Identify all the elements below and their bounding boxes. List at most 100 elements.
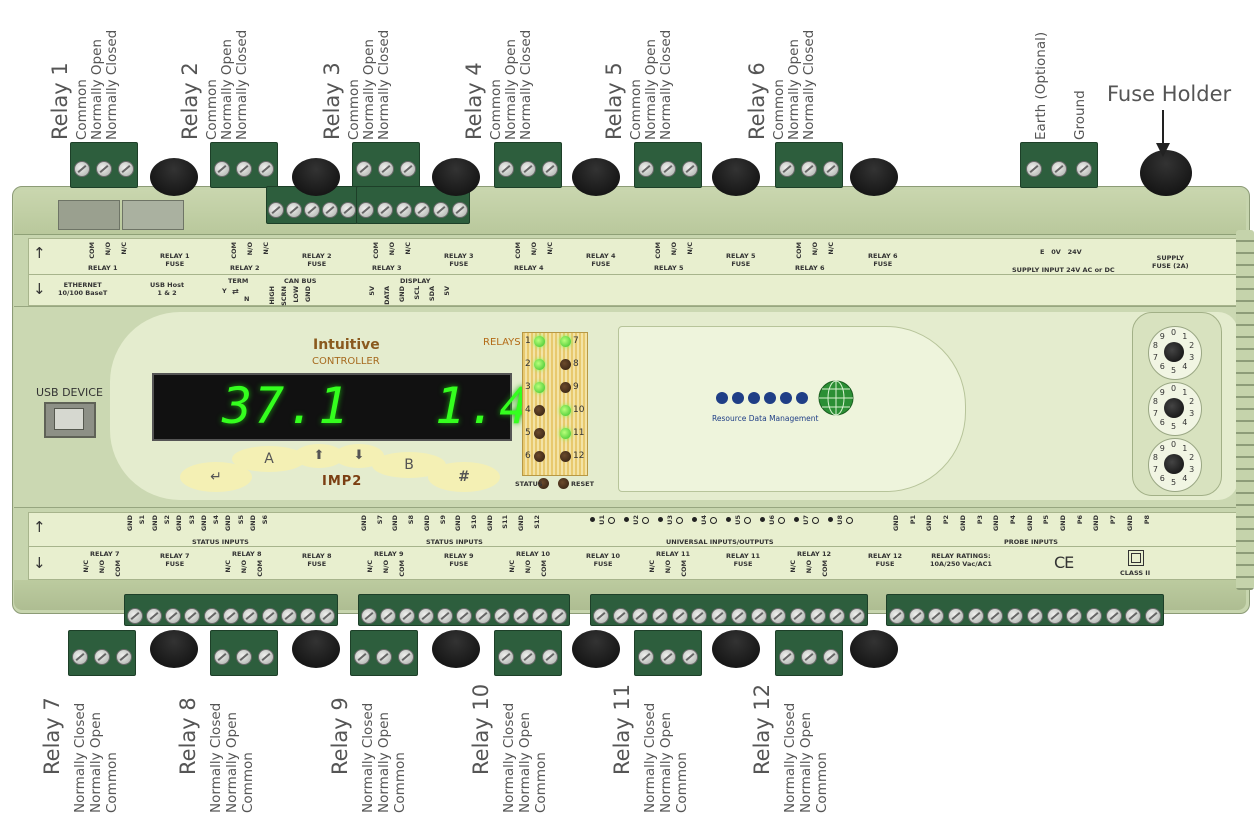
probe-pin-label: P7	[1109, 515, 1118, 525]
can-bus-label: CAN BUS	[284, 277, 317, 285]
relay-led-number: 12	[573, 451, 585, 461]
rotary-dial-knob[interactable]	[1164, 454, 1184, 474]
rotary-dial-digit: 5	[1171, 422, 1177, 431]
screw-icon	[72, 649, 88, 665]
screw-icon	[498, 161, 514, 177]
screw-icon	[711, 608, 727, 624]
down-arrow-top: ↓	[33, 280, 46, 298]
callout-top-relay-title: Relay 3	[320, 62, 344, 140]
callout-pin-label: Normally Closed	[642, 702, 658, 813]
top-relay-label: RELAY 6	[795, 264, 825, 272]
universal-pin-label: U2	[632, 515, 640, 525]
screw-icon	[638, 649, 654, 665]
ce-mark: CE	[1054, 553, 1074, 572]
screw-icon	[456, 608, 472, 624]
status-pin-label: S10	[469, 515, 478, 529]
bottom-relay-terminal	[494, 630, 562, 676]
supply-input-label: SUPPLY INPUT 24V AC or DC	[1012, 266, 1115, 274]
can-pin-label: LOW	[292, 286, 300, 303]
screw-icon	[322, 202, 338, 218]
rotary-dial-digit: 0	[1171, 440, 1177, 449]
probe-pin-label: GND	[1125, 515, 1134, 532]
rotary-dial-knob[interactable]	[1164, 398, 1184, 418]
vent-grille	[1236, 230, 1254, 590]
screw-icon	[660, 649, 676, 665]
screw-icon	[1106, 608, 1122, 624]
brand-label: Intuitive	[313, 337, 380, 353]
status-pin-label: S3	[187, 515, 196, 525]
screw-icon	[96, 161, 112, 177]
top-pin-label: N/O	[811, 242, 819, 256]
relay-ratings-label: RELAY RATINGS: 10A/250 Vac/AC1	[930, 552, 992, 568]
screw-icon	[146, 608, 162, 624]
screw-icon	[542, 161, 558, 177]
universal-pin-label: U1	[598, 515, 606, 525]
fuse-holder-arrow-head	[1156, 143, 1170, 157]
rotary-dial-digit: 5	[1171, 366, 1177, 375]
screw-icon	[652, 608, 668, 624]
top-pin-label: N/O	[530, 242, 538, 256]
relay-led	[560, 451, 571, 462]
screw-icon	[779, 161, 795, 177]
callout-pin-label: Normally Open	[786, 39, 802, 140]
status-pin-label: S12	[532, 515, 541, 529]
display-pin-label: SCL	[413, 286, 421, 300]
screw-icon	[801, 649, 817, 665]
key-hash[interactable]: #	[428, 462, 500, 492]
usb-host-port	[122, 200, 184, 230]
screw-icon	[286, 202, 302, 218]
rotary-dial-digit: 3	[1189, 408, 1195, 418]
universal-dot-icon	[726, 517, 731, 522]
probe-terminal	[886, 594, 1164, 626]
bottom-relay-label: RELAY 11	[656, 550, 691, 558]
screw-icon	[1047, 608, 1063, 624]
bottom-pin-label: N/O	[805, 560, 813, 574]
screw-icon	[968, 608, 984, 624]
screw-icon	[849, 608, 865, 624]
bottom-pin-label: N/C	[508, 560, 516, 573]
callout-ground-label: Ground	[1072, 90, 1088, 140]
ethernet-label: ETHERNET 10/100 BaseT	[58, 281, 108, 297]
status-terminal-left	[124, 594, 338, 626]
bottom-fuse-label: RELAY 12 FUSE	[868, 552, 903, 568]
relay-led	[534, 405, 545, 416]
screw-icon	[358, 202, 374, 218]
screw-icon	[1086, 608, 1102, 624]
callout-pin-label: Common	[533, 752, 549, 813]
bottom-pin-label: N/C	[789, 560, 797, 573]
screw-icon	[638, 161, 654, 177]
screw-icon	[223, 608, 239, 624]
top-fuse-label: RELAY 2 FUSE	[302, 252, 332, 268]
callout-bottom-relay-title: Relay 7	[40, 697, 64, 775]
fuse-holder-arrow-line	[1162, 110, 1164, 146]
screw-icon	[377, 202, 393, 218]
callout-bottom-relay-title: Relay 11	[610, 683, 634, 775]
universal-pin-label: U4	[700, 515, 708, 525]
screw-icon	[928, 608, 944, 624]
display-pin-label: 5V	[443, 286, 451, 296]
rotary-dial-knob[interactable]	[1164, 342, 1184, 362]
status-pin-label: S4	[212, 515, 221, 525]
status-pin-label: GND	[360, 515, 368, 532]
usb-host-label: USB Host 1 & 2	[150, 281, 185, 297]
top-pin-label: N/O	[388, 242, 396, 256]
rotary-dial-digit: 8	[1152, 341, 1158, 351]
relay-led	[560, 382, 571, 393]
top-pin-label: N/O	[246, 242, 254, 256]
top-pin-label: COM	[230, 242, 238, 259]
probe-pin-label: P6	[1075, 515, 1084, 525]
top-pin-label: COM	[372, 242, 380, 259]
screw-icon	[361, 608, 377, 624]
top-relay-label: RELAY 4	[514, 264, 544, 272]
screw-icon	[498, 649, 514, 665]
brand-sub-label: CONTROLLER	[312, 356, 380, 367]
screw-icon	[304, 202, 320, 218]
screw-icon	[204, 608, 220, 624]
status-pin-label: S2	[162, 515, 171, 525]
callout-pin-label: Normally Open	[89, 39, 105, 140]
screw-icon	[613, 608, 629, 624]
callout-top-relay-title: Relay 4	[462, 62, 486, 140]
bottom-relay-label: RELAY 10	[516, 550, 551, 558]
bottom-relay-terminal	[350, 630, 418, 676]
status-inputs-left-label: STATUS INPUTS	[192, 538, 249, 546]
